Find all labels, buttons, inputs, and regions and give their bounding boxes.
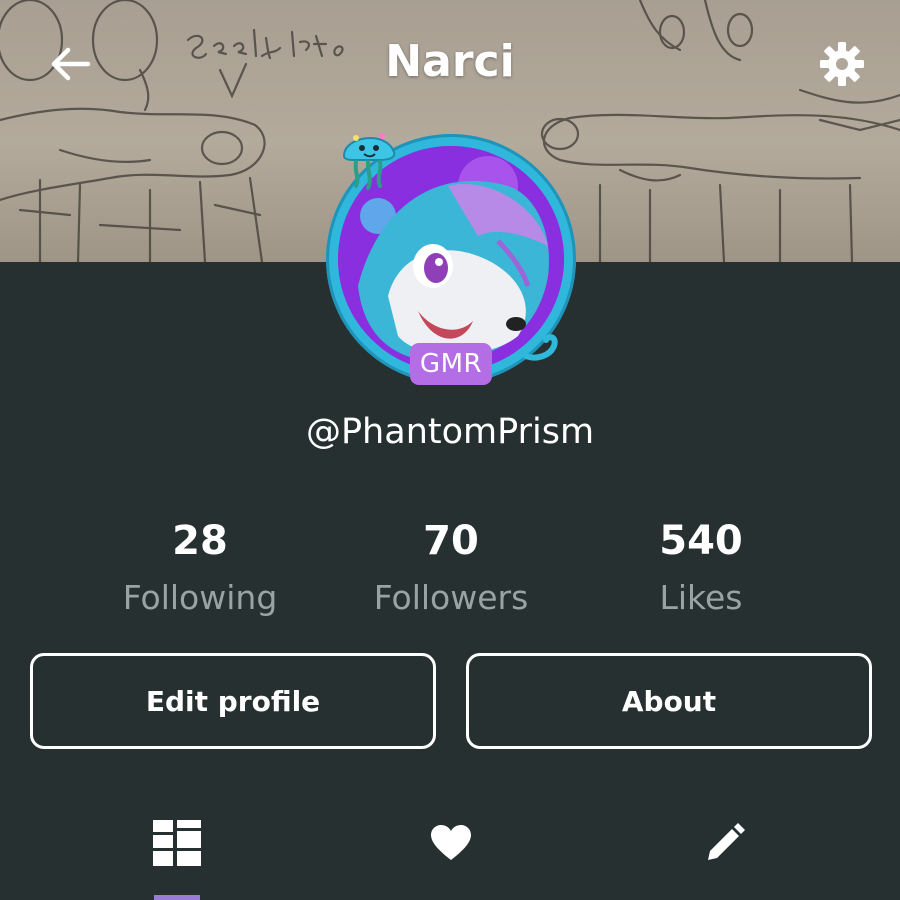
following-label: Following (122, 578, 278, 617)
followers-count: 70 (423, 518, 479, 564)
page-title: Narci (385, 36, 515, 87)
username-handle: @PhantomPrism (305, 412, 595, 452)
following-count: 28 (172, 518, 228, 564)
edit-profile-button[interactable]: Edit profile (30, 653, 436, 749)
gear-icon (820, 42, 864, 86)
tab-likes[interactable] (406, 808, 496, 878)
tab-drafts[interactable] (680, 808, 770, 878)
followers-label: Followers (373, 578, 529, 617)
likes-label: Likes (659, 578, 743, 617)
stat-likes[interactable]: 540 Likes (571, 515, 831, 629)
likes-count: 540 (659, 518, 743, 564)
role-badge: GMR (410, 343, 492, 385)
jellyfish-sticker-icon (342, 133, 396, 190)
grid-icon (153, 820, 201, 866)
heart-icon (431, 825, 471, 860)
tentacle-decoration-icon (523, 334, 558, 361)
settings-button[interactable] (814, 36, 870, 92)
pencil-icon (708, 823, 745, 860)
active-tab-indicator (154, 895, 200, 900)
stat-followers[interactable]: 70 Followers (321, 515, 581, 629)
about-button[interactable]: About (466, 653, 872, 749)
tab-posts[interactable] (132, 808, 222, 878)
stat-following[interactable]: 28 Following (70, 515, 330, 629)
